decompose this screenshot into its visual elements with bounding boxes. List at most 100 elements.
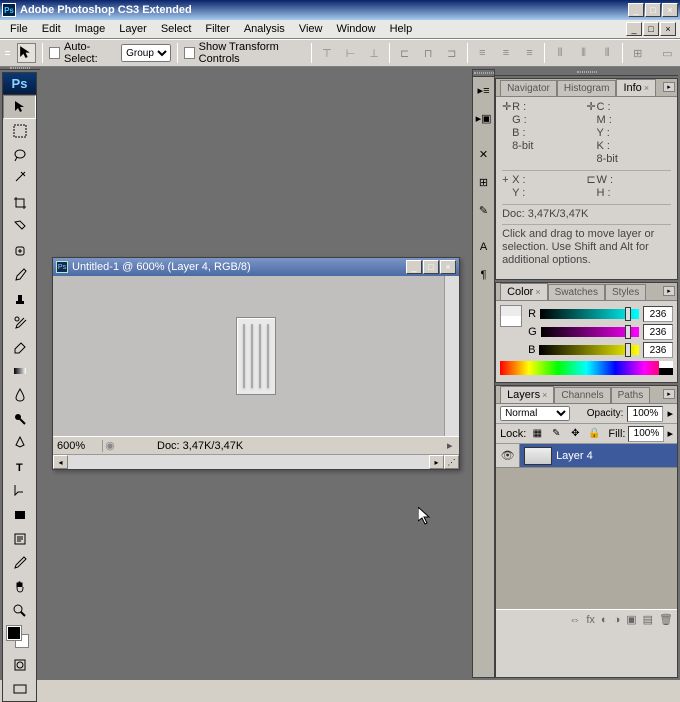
document-titlebar[interactable]: Ps Untitled-1 @ 600% (Layer 4, RGB/8) _ … xyxy=(53,258,459,276)
menu-view[interactable]: View xyxy=(293,21,329,37)
layer-list[interactable]: 👁 Layer 4 xyxy=(496,444,677,609)
align-left-icon[interactable]: ⊏ xyxy=(396,44,414,62)
align-bottom-icon[interactable]: ⊥ xyxy=(365,44,383,62)
dock-history-icon[interactable]: ▸▣ xyxy=(473,105,494,133)
layer-item[interactable]: 👁 Layer 4 xyxy=(496,444,677,468)
fx-icon[interactable]: fx xyxy=(586,614,595,626)
zoom-value[interactable]: 600% xyxy=(53,440,103,452)
arrange-icon[interactable]: ⊞ xyxy=(629,44,647,62)
zoom-tool[interactable] xyxy=(3,599,36,623)
screenmode-tool[interactable] xyxy=(3,677,36,701)
lasso-tool[interactable] xyxy=(3,143,36,167)
lock-transparency-icon[interactable]: ▦ xyxy=(529,426,545,442)
tab-channels[interactable]: Channels xyxy=(554,387,610,403)
dock-brushes-icon[interactable]: ✕ xyxy=(473,141,494,169)
opacity-arrow-icon[interactable]: ▸ xyxy=(667,407,673,420)
scroll-right-icon[interactable]: ▸ xyxy=(429,455,444,469)
workspace-icon[interactable]: ▭ xyxy=(659,44,677,62)
align-vcenter-icon[interactable]: ⊢ xyxy=(342,44,360,62)
doc-minimize-button[interactable]: _ xyxy=(626,22,642,36)
resize-grip-icon[interactable]: ⋰ xyxy=(444,455,459,469)
r-slider[interactable] xyxy=(540,309,639,319)
distribute-left-icon[interactable]: ⦀ xyxy=(551,44,569,62)
align-hcenter-icon[interactable]: ⊓ xyxy=(419,44,437,62)
lock-image-icon[interactable]: ✎ xyxy=(548,426,564,442)
tab-histogram[interactable]: Histogram xyxy=(557,80,617,96)
type-tool[interactable]: T xyxy=(3,455,36,479)
layer-name[interactable]: Layer 4 xyxy=(556,450,593,462)
folder-icon[interactable]: ▣ xyxy=(626,613,636,626)
path-tool[interactable] xyxy=(3,479,36,503)
opacity-input[interactable] xyxy=(627,406,663,422)
tab-styles[interactable]: Styles xyxy=(605,284,646,300)
cell-3[interactable] xyxy=(259,324,261,388)
dock-toolpreset-icon[interactable]: ✎ xyxy=(473,197,494,225)
lock-position-icon[interactable]: ✥ xyxy=(567,426,583,442)
lock-all-icon[interactable]: 🔒 xyxy=(586,426,602,442)
doc-close-button[interactable]: × xyxy=(660,22,676,36)
status-icon[interactable]: ◉ xyxy=(103,439,117,452)
shape-tool[interactable] xyxy=(3,503,36,527)
trash-icon[interactable]: 🗑 xyxy=(659,613,673,626)
layers-menu-icon[interactable]: ▸ xyxy=(663,389,675,399)
tab-paths[interactable]: Paths xyxy=(611,387,651,403)
distribute-hcenter-icon[interactable]: ⦀ xyxy=(575,44,593,62)
grip-icon[interactable] xyxy=(4,49,11,57)
canvas[interactable] xyxy=(53,276,459,436)
quickmask-tool[interactable] xyxy=(3,653,36,677)
fill-arrow-icon[interactable]: ▸ xyxy=(667,427,673,440)
doc-restore-button[interactable]: □ xyxy=(643,22,659,36)
cell-1[interactable] xyxy=(243,324,245,388)
align-right-icon[interactable]: ⊐ xyxy=(443,44,461,62)
adjust-icon[interactable]: ◑ xyxy=(614,614,621,626)
g-input[interactable] xyxy=(643,324,673,340)
docwin-close[interactable]: × xyxy=(440,260,456,274)
restore-button[interactable]: □ xyxy=(645,3,661,17)
toolbox-grip[interactable] xyxy=(0,67,40,70)
new-layer-icon[interactable]: ▤ xyxy=(643,613,653,626)
move-tool-icon[interactable] xyxy=(17,43,36,63)
menu-layer[interactable]: Layer xyxy=(113,21,153,37)
tab-navigator[interactable]: Navigator xyxy=(500,80,557,96)
spectrum-bar[interactable] xyxy=(500,361,673,375)
history-brush-tool[interactable] xyxy=(3,311,36,335)
menu-edit[interactable]: Edit xyxy=(36,21,67,37)
distribute-top-icon[interactable]: ≡ xyxy=(474,44,492,62)
cell-2[interactable] xyxy=(251,324,253,388)
dock-actions-icon[interactable]: ▸≡ xyxy=(473,77,494,105)
move-tool[interactable] xyxy=(3,95,36,119)
tab-info[interactable]: Info× xyxy=(616,79,656,96)
distribute-vcenter-icon[interactable]: ≡ xyxy=(497,44,515,62)
menu-window[interactable]: Window xyxy=(330,21,381,37)
canvas-workspace[interactable]: Ps Untitled-1 @ 600% (Layer 4, RGB/8) _ … xyxy=(40,67,470,680)
eraser-tool[interactable] xyxy=(3,335,36,359)
fill-input[interactable] xyxy=(628,426,664,442)
dock-clone-icon[interactable]: ⊞ xyxy=(473,169,494,197)
notes-tool[interactable] xyxy=(3,527,36,551)
dock-grip[interactable] xyxy=(473,70,494,77)
gradient-tool[interactable] xyxy=(3,359,36,383)
minimize-button[interactable]: _ xyxy=(628,3,644,17)
cell-4[interactable] xyxy=(267,324,269,388)
color-menu-icon[interactable]: ▸ xyxy=(663,286,675,296)
close-button[interactable]: × xyxy=(662,3,678,17)
marquee-tool[interactable] xyxy=(3,119,36,143)
dock-character-icon[interactable]: A xyxy=(473,233,494,261)
mask-icon[interactable]: ◐ xyxy=(601,614,608,626)
dodge-tool[interactable] xyxy=(3,407,36,431)
scroll-left-icon[interactable]: ◂ xyxy=(53,455,68,469)
menu-help[interactable]: Help xyxy=(384,21,419,37)
b-slider[interactable] xyxy=(539,345,639,355)
blend-mode-select[interactable]: Normal xyxy=(500,406,570,421)
scrollbar-vertical[interactable] xyxy=(444,276,459,436)
eyedropper-tool[interactable] xyxy=(3,551,36,575)
pen-tool[interactable] xyxy=(3,431,36,455)
menu-filter[interactable]: Filter xyxy=(199,21,235,37)
g-slider[interactable] xyxy=(541,327,639,337)
panels-grip[interactable] xyxy=(495,69,678,76)
panel-menu-icon[interactable]: ▸ xyxy=(663,82,675,92)
r-input[interactable] xyxy=(643,306,673,322)
tab-swatches[interactable]: Swatches xyxy=(548,284,605,300)
heal-tool[interactable] xyxy=(3,239,36,263)
docwin-maximize[interactable]: □ xyxy=(423,260,439,274)
